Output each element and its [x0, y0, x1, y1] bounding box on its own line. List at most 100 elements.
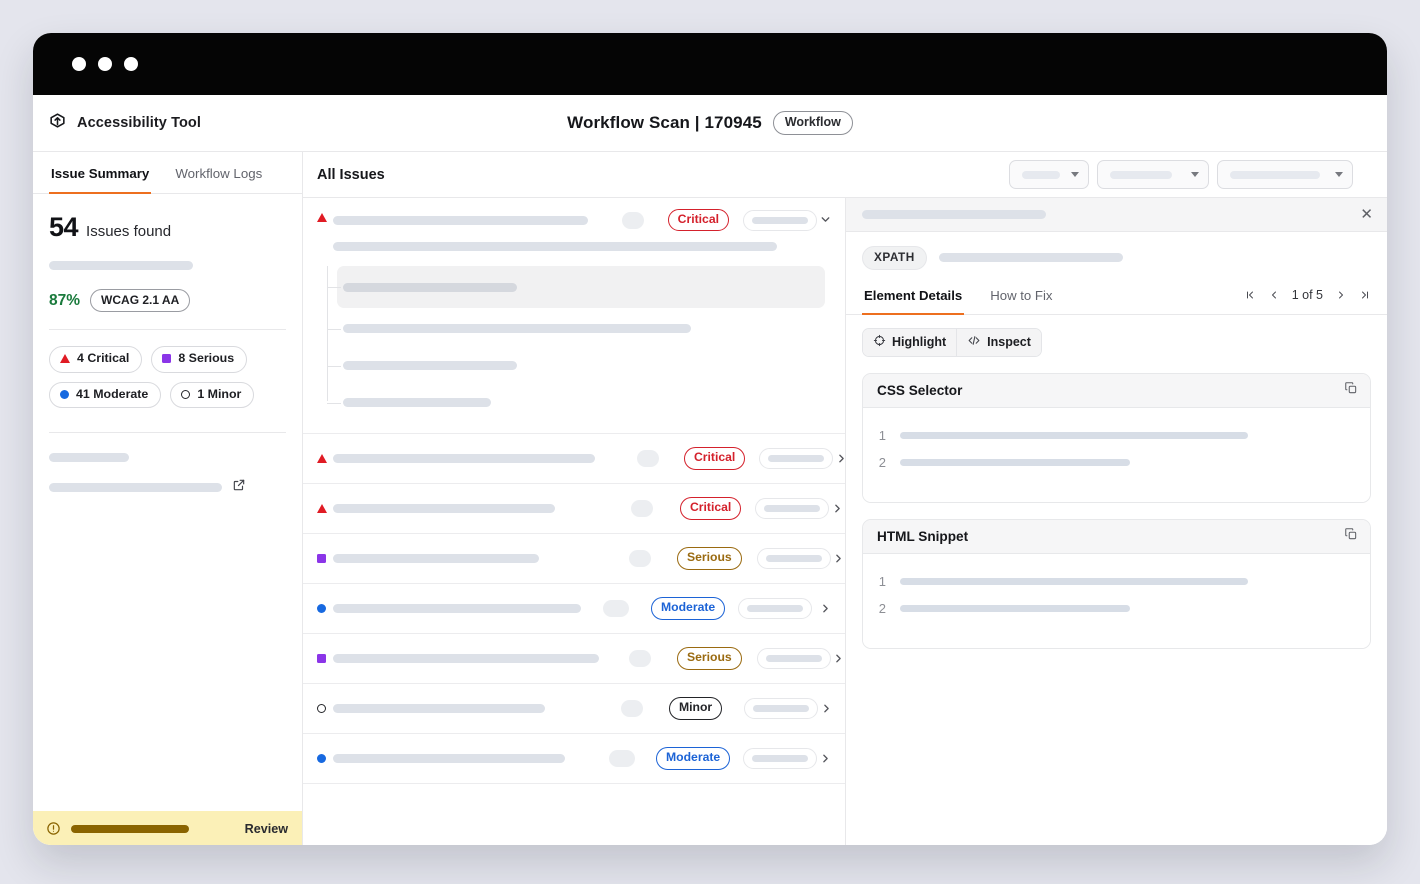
minor-ring-icon: [181, 390, 190, 399]
issues-count: 54: [49, 212, 78, 243]
table-row[interactable]: Minor: [303, 684, 845, 734]
child-list: [317, 266, 833, 419]
severity-chip-group: 4 Critical 8 Serious 41 Moderate 1 Minor: [49, 330, 267, 408]
severity-chip-minor[interactable]: 1 Minor: [170, 382, 254, 409]
row-action-skeleton: [753, 705, 809, 712]
severity-chip-serious[interactable]: 8 Serious: [151, 346, 247, 373]
row-action-stub[interactable]: [755, 498, 829, 519]
list-item[interactable]: [343, 386, 833, 419]
chevron-right-icon[interactable]: [817, 602, 833, 615]
alert-circle-icon: [46, 821, 61, 836]
row-primary-line: Critical: [333, 447, 833, 469]
chevron-down-icon: [1191, 172, 1199, 177]
tab-element-details[interactable]: Element Details: [862, 282, 964, 315]
chevron-right-icon[interactable]: [829, 502, 845, 515]
table-row[interactable]: Moderate: [303, 734, 845, 784]
status-badge: Critical: [680, 497, 741, 519]
row-action-stub[interactable]: [757, 548, 831, 569]
window-maximize-dot[interactable]: [124, 57, 138, 71]
tab-workflow-logs[interactable]: Workflow Logs: [173, 152, 264, 194]
row-tag-oval: [629, 650, 651, 667]
row-action-stub[interactable]: [744, 698, 818, 719]
tab-issue-summary[interactable]: Issue Summary: [49, 152, 151, 194]
issues-list: Critical: [303, 198, 846, 845]
row-severity-icon-slot: [317, 454, 333, 463]
pagination-status: 1 of 5: [1292, 288, 1323, 302]
footer-skeleton-bar-2: [49, 483, 222, 492]
line-number: 1: [877, 574, 886, 589]
row-title-skeleton: [333, 754, 565, 763]
inspect-label: Inspect: [987, 335, 1031, 349]
chevron-right-icon[interactable]: [1335, 289, 1347, 301]
external-link-icon[interactable]: [232, 478, 246, 497]
chevron-right-icon[interactable]: [818, 702, 834, 715]
severity-chip-label: 8 Serious: [178, 352, 234, 366]
review-button[interactable]: Review: [245, 822, 288, 836]
critical-triangle-icon: [317, 454, 327, 463]
last-page-icon[interactable]: [1359, 289, 1371, 301]
code-skeleton: [900, 432, 1248, 439]
copy-icon[interactable]: [1344, 381, 1358, 400]
row-severity-icon-slot: [317, 504, 333, 513]
table-row[interactable]: Critical: [303, 198, 845, 256]
row-action-stub[interactable]: [743, 210, 817, 231]
first-page-icon[interactable]: [1244, 289, 1256, 301]
list-item[interactable]: [337, 266, 825, 308]
issues-toolbar: All Issues: [303, 152, 1387, 198]
status-badge: Moderate: [651, 597, 725, 619]
table-row[interactable]: Serious: [303, 534, 845, 584]
row-title-skeleton: [333, 554, 539, 563]
filter-label-skeleton: [1230, 171, 1320, 179]
list-item[interactable]: [343, 312, 833, 345]
critical-triangle-icon: [317, 213, 327, 222]
crosshair-icon: [873, 334, 886, 350]
details-panel: ✕ XPATH Element Details How to Fix: [846, 198, 1387, 845]
child-skeleton: [343, 283, 517, 292]
copy-icon[interactable]: [1344, 527, 1358, 546]
table-row[interactable]: Moderate: [303, 584, 845, 634]
row-action-stub[interactable]: [759, 448, 833, 469]
scan-type-badge[interactable]: Workflow: [773, 111, 853, 134]
inspect-button[interactable]: Inspect: [956, 329, 1041, 356]
close-icon[interactable]: ✕: [1360, 207, 1373, 222]
details-panel-header: ✕: [846, 198, 1387, 232]
warning-skeleton-bar: [71, 825, 189, 833]
severity-chip-critical[interactable]: 4 Critical: [49, 346, 142, 373]
highlight-button[interactable]: Highlight: [863, 329, 956, 356]
table-row[interactable]: Critical: [303, 484, 845, 534]
window-close-dot[interactable]: [72, 57, 86, 71]
filter-severity[interactable]: [1009, 160, 1089, 189]
code-skeleton: [900, 605, 1130, 612]
tab-how-to-fix[interactable]: How to Fix: [988, 282, 1054, 315]
page-root: Accessibility Tool Workflow Scan | 17094…: [0, 0, 1420, 884]
status-badge: Serious: [677, 547, 742, 569]
chevron-down-icon[interactable]: [817, 213, 833, 226]
card-title: CSS Selector: [877, 383, 962, 398]
row-action-stub[interactable]: [738, 598, 812, 619]
window-minimize-dot[interactable]: [98, 57, 112, 71]
shield-arrow-logo-icon: [48, 111, 67, 135]
list-item[interactable]: [343, 349, 833, 382]
table-row[interactable]: Critical: [303, 434, 845, 484]
severity-chip-moderate[interactable]: 41 Moderate: [49, 382, 161, 409]
filter-status[interactable]: [1217, 160, 1353, 189]
row-action-stub[interactable]: [757, 648, 831, 669]
xpath-label: XPATH: [862, 246, 927, 270]
table-row[interactable]: Serious: [303, 634, 845, 684]
chevron-right-icon[interactable]: [831, 652, 847, 665]
chevron-right-icon[interactable]: [833, 452, 849, 465]
chevron-right-icon[interactable]: [831, 552, 847, 565]
filter-type[interactable]: [1097, 160, 1209, 189]
row-title-skeleton: [333, 704, 545, 713]
severity-chip-label: 4 Critical: [77, 352, 129, 366]
xpath-value-skeleton: [939, 253, 1123, 262]
card-title: HTML Snippet: [877, 529, 968, 544]
chevron-left-icon[interactable]: [1268, 289, 1280, 301]
status-badge: Minor: [669, 697, 722, 719]
row-action-stub[interactable]: [743, 748, 817, 769]
row-tag-oval: [609, 750, 635, 767]
row-content: Critical: [333, 209, 817, 251]
wcag-standard-badge: WCAG 2.1 AA: [90, 289, 190, 312]
chevron-right-icon[interactable]: [817, 752, 833, 765]
row-severity-icon-slot: [317, 554, 333, 563]
